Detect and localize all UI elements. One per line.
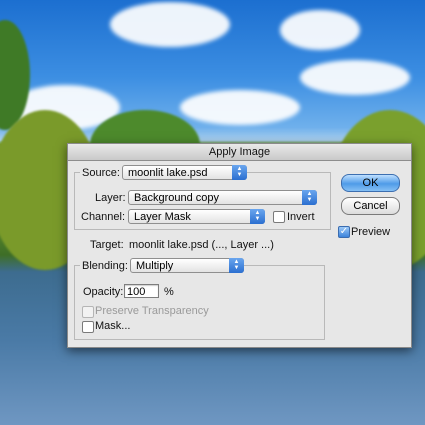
target-value: moonlit lake.psd (..., Layer ...) [129,239,274,251]
invert-checkbox[interactable] [273,211,285,223]
cloud [180,90,300,125]
apply-image-dialog: Apply Image Source: moonlit lake.psd ▲ ▼ … [67,143,412,348]
layer-label: Layer: [95,192,126,204]
updown-arrows-icon: ▲ ▼ [232,165,247,180]
blending-select[interactable]: Multiply ▲ ▼ [130,258,244,273]
preview-label: Preview [351,226,391,238]
channel-select[interactable]: Layer Mask ▲ ▼ [128,209,265,224]
preview-checkbox[interactable]: ✓ [338,226,350,238]
invert-label: Invert [287,211,315,223]
updown-arrows-icon: ▲ ▼ [229,258,244,273]
cloud [110,2,230,47]
checkmark-icon: ✓ [339,226,349,237]
dialog-title: Apply Image [68,144,411,161]
opacity-unit: % [164,286,174,298]
cloud [300,60,410,95]
blending-label: Blending: [80,260,130,272]
source-select[interactable]: moonlit lake.psd ▲ ▼ [122,165,247,180]
channel-value: Layer Mask [134,211,191,223]
opacity-label: Opacity: [83,286,124,298]
source-value: moonlit lake.psd [128,167,208,179]
preserve-transparency-label: Preserve Transparency [95,305,209,317]
cloud [280,10,360,50]
target-label: Target: [90,239,124,251]
channel-label: Channel: [81,211,126,223]
updown-arrows-icon: ▲ ▼ [302,190,317,205]
blending-value: Multiply [136,260,174,272]
ok-button[interactable]: OK [341,174,400,192]
source-label: Source: [80,167,122,179]
layer-value: Background copy [134,192,219,204]
cancel-button[interactable]: Cancel [341,197,400,215]
mask-checkbox[interactable] [82,321,94,333]
preserve-transparency-checkbox[interactable] [82,306,94,318]
updown-arrows-icon: ▲ ▼ [250,209,265,224]
opacity-input[interactable]: 100 [124,284,159,298]
layer-select[interactable]: Background copy ▲ ▼ [128,190,317,205]
mask-label[interactable]: Mask... [95,320,130,332]
